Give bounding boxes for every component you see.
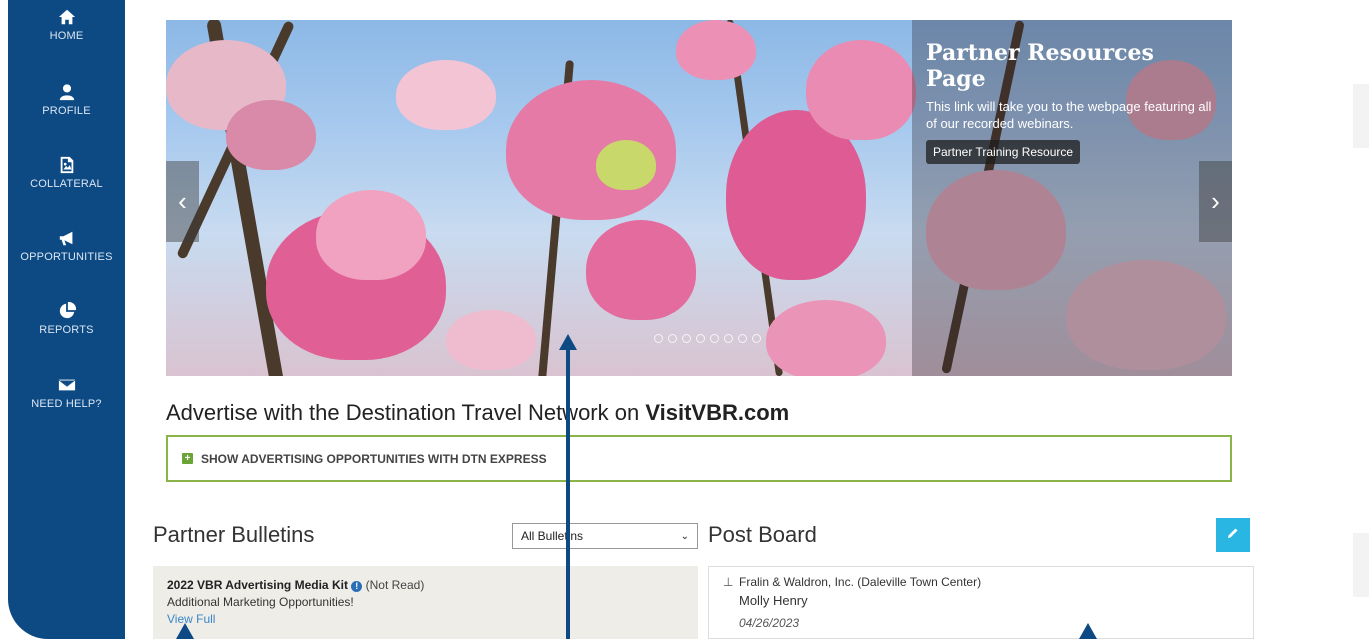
image-file-icon [8,156,125,174]
carousel-indicators [654,334,761,343]
view-full-link[interactable]: View Full [167,612,684,626]
sidebar-item-home[interactable]: HOME [8,8,125,42]
envelope-icon [8,376,125,394]
sidebar-item-need-help[interactable]: NEED HELP? [8,376,125,410]
carousel-dot[interactable] [738,334,747,343]
home-icon [8,8,125,26]
bulletins-filter-select[interactable]: All Bulletins ⌄ [512,523,698,549]
post-board-title: Post Board [708,522,817,547]
toggle-label: SHOW ADVERTISING OPPORTUNITIES WITH DTN … [201,451,547,466]
bulletin-status: (Not Read) [365,578,425,592]
carousel-dot[interactable] [654,334,663,343]
sidebar-item-label: NEED HELP? [31,398,102,410]
advertise-heading: Advertise with the Destination Travel Ne… [166,400,789,426]
hero-carousel[interactable]: Partner Resources Page This link will ta… [166,20,1232,376]
partner-bulletins-title: Partner Bulletins [153,522,315,547]
partner-training-resource-button[interactable]: Partner Training Resource [926,140,1081,164]
bulletin-item: 2022 VBR Advertising Media Kit ! (Not Re… [153,566,698,639]
carousel-dot[interactable] [668,334,677,343]
carousel-next-button[interactable]: › [1199,161,1232,242]
annotation-arrow-shaft [566,350,570,639]
edit-post-button[interactable] [1216,518,1250,552]
sidebar-item-label: PROFILE [42,105,91,117]
plus-icon: + [182,453,193,464]
sidebar-item-label: REPORTS [39,324,94,336]
info-icon: ! [351,581,363,592]
bulletin-subtitle: Additional Marketing Opportunities! [167,595,354,609]
pin-icon: ⊥ [723,575,734,589]
pencil-icon [1227,526,1239,544]
annotation-arrow-head [176,623,194,639]
carousel-dot[interactable] [752,334,761,343]
annotation-arrow-head [559,334,577,350]
advertising-opportunities-toggle[interactable]: + SHOW ADVERTISING OPPORTUNITIES WITH DT… [166,435,1232,482]
sidebar-item-profile[interactable]: PROFILE [8,83,125,117]
edge-panel [1353,533,1369,597]
chevron-down-icon: ⌄ [680,530,689,542]
annotation-arrow-head [1079,623,1097,639]
post-author: Molly Henry [739,593,808,608]
post-organization: Fralin & Waldron, Inc. (Daleville Town C… [739,575,982,589]
sidebar-item-opportunities[interactable]: OPPORTUNITIES [8,229,125,263]
edge-panel [1353,84,1369,148]
sidebar-nav: HOME PROFILE COLLATERAL OPPORTUNITIES RE… [8,0,125,639]
carousel-dot[interactable] [710,334,719,343]
carousel-dot[interactable] [724,334,733,343]
sidebar-item-collateral[interactable]: COLLATERAL [8,156,125,190]
post-item: ⊥ Fralin & Waldron, Inc. (Daleville Town … [708,566,1254,639]
carousel-dot[interactable] [696,334,705,343]
carousel-caption: Partner Resources Page This link will ta… [912,20,1232,376]
sidebar-item-reports[interactable]: REPORTS [8,301,125,336]
megaphone-icon [8,229,125,247]
sidebar-item-label: HOME [49,30,84,42]
caption-title: Partner Resources Page [926,40,1154,92]
sidebar-item-label: OPPORTUNITIES [20,251,113,263]
advertise-heading-text: Advertise with the Destination Travel Ne… [166,400,646,425]
carousel-prev-button[interactable]: ‹ [166,161,199,242]
sidebar-item-label: COLLATERAL [30,178,103,190]
bulletin-title[interactable]: 2022 VBR Advertising Media Kit [167,578,348,592]
user-icon [8,83,125,101]
pie-chart-icon [8,301,125,320]
chevron-left-icon: ‹ [178,186,187,216]
select-value: All Bulletins [521,529,584,543]
advertise-heading-site: VisitVBR.com [645,400,790,425]
caption-text: This link will take you to the webpage f… [926,99,1212,131]
chevron-right-icon: › [1211,186,1220,216]
carousel-dot[interactable] [682,334,691,343]
post-date: 04/26/2023 [739,616,800,630]
